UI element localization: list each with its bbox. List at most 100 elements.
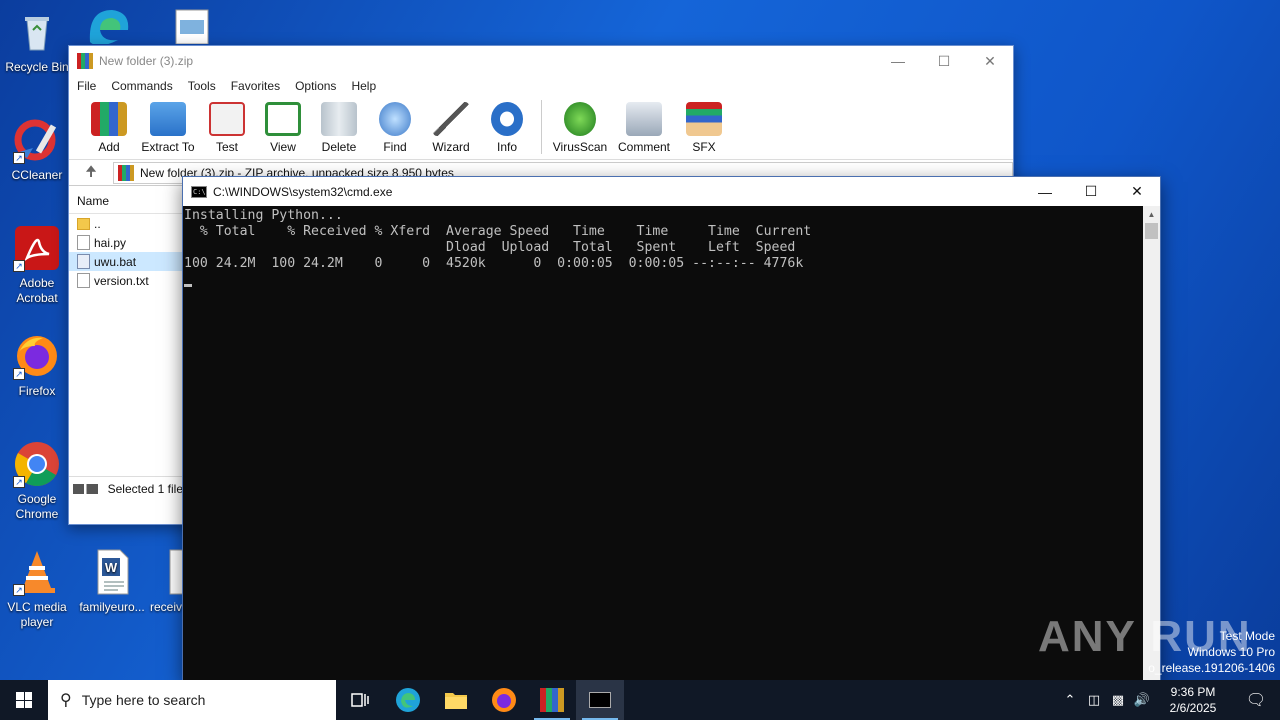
- toolbar-test-button[interactable]: Test: [199, 96, 255, 154]
- desktop-icon-firefox[interactable]: ↗ Firefox: [1, 332, 73, 399]
- toolbar-label: View: [270, 140, 296, 154]
- menu-file[interactable]: File: [77, 79, 96, 93]
- desktop-icon-top-image[interactable]: [158, 8, 218, 48]
- desktop-icon-top-edge[interactable]: [78, 4, 138, 48]
- up-arrow-icon[interactable]: 🠉: [69, 161, 113, 185]
- winrar-statusbar: Selected 1 file: [69, 476, 183, 500]
- cmd-window[interactable]: C:\ C:\WINDOWS\system32\cmd.exe — ☐ ✕ In…: [182, 176, 1161, 681]
- desktop-icon-label: CCleaner: [11, 168, 63, 182]
- clock-time: 9:36 PM: [1170, 685, 1216, 699]
- start-button[interactable]: [0, 680, 48, 720]
- console-line: % Total % Received % Xferd Average Speed…: [184, 224, 812, 239]
- scrollbar-thumb[interactable]: [1145, 223, 1158, 239]
- taskbar-search-box[interactable]: ⚲ Type here to search: [48, 680, 336, 720]
- toolbar-info-button[interactable]: Info: [479, 96, 535, 154]
- toolbar-extract-to-button[interactable]: Extract To: [137, 96, 199, 154]
- minimize-button[interactable]: —: [1022, 177, 1068, 207]
- watermark-line: Test Mode: [1219, 629, 1275, 643]
- taskbar-cmd[interactable]: [576, 680, 624, 720]
- firefox-icon: ↗: [13, 332, 61, 380]
- desktop-icon-word-document[interactable]: W familyeuro...: [76, 548, 148, 615]
- console-line: Installing Python...: [184, 208, 343, 223]
- winrar-titlebar[interactable]: New folder (3).zip — ☐ ✕: [69, 46, 1013, 76]
- menu-tools[interactable]: Tools: [188, 79, 216, 93]
- toolbar-label: Extract To: [141, 140, 195, 154]
- system-tray: ⌃ ◫ ▩ 🔊 9:36 PM 2/6/2025 🗨: [1058, 680, 1280, 720]
- taskbar-winrar[interactable]: [528, 680, 576, 720]
- task-view-button[interactable]: [336, 680, 384, 720]
- menu-options[interactable]: Options: [295, 79, 336, 93]
- toolbar-label: Delete: [321, 140, 357, 154]
- toolbar-find-button[interactable]: Find: [367, 96, 423, 154]
- close-button[interactable]: ✕: [1114, 177, 1160, 207]
- drive-icon: [73, 483, 98, 494]
- notification-icon[interactable]: 🗨: [1232, 690, 1280, 710]
- acrobat-icon: ↗: [13, 224, 61, 272]
- menu-help[interactable]: Help: [351, 79, 376, 93]
- file-name: version.txt: [94, 273, 149, 288]
- vertical-scrollbar[interactable]: ▲: [1143, 206, 1160, 680]
- network-icon[interactable]: ▩: [1106, 692, 1130, 708]
- console-icon: [589, 692, 611, 708]
- desktop-icon-label: Recycle Bin: [5, 60, 69, 74]
- toolbar-label: Test: [215, 140, 238, 154]
- clock[interactable]: 9:36 PM 2/6/2025: [1154, 684, 1232, 716]
- taskbar-edge[interactable]: [384, 680, 432, 720]
- file-list: Name .. hai.py uwu.bat version.txt Selec…: [69, 188, 183, 500]
- desktop-icon-adobe-acrobat[interactable]: ↗ Adobe Acrobat: [1, 224, 73, 306]
- toolbar-virusscan-button[interactable]: VirusScan: [548, 96, 612, 154]
- volume-icon[interactable]: 🔊: [1130, 692, 1154, 708]
- toolbar-wizard-button[interactable]: Wizard: [423, 96, 479, 154]
- firefox-icon: [492, 688, 516, 712]
- console-line: 100 24.2M 100 24.2M 0 0 4520k 0 0:00:05 …: [184, 256, 804, 271]
- desktop-icon-label: Adobe Acrobat: [16, 276, 58, 305]
- winrar-app-icon: [77, 53, 93, 69]
- desktop-icon-ccleaner[interactable]: ↗ CCleaner: [1, 116, 73, 183]
- desktop-icon-label: VLC media player: [7, 600, 67, 629]
- file-name: hai.py: [94, 235, 127, 250]
- toolbar-add-button[interactable]: Add: [81, 96, 137, 154]
- magic-wand-icon: [433, 102, 469, 136]
- chevron-up-icon[interactable]: ⌃: [1058, 692, 1082, 708]
- text-file-icon: [77, 273, 90, 288]
- desktop-icon-vlc[interactable]: ↗ VLC media player: [1, 548, 73, 630]
- menu-favorites[interactable]: Favorites: [231, 79, 280, 93]
- desktop-icon-recycle-bin[interactable]: Recycle Bin: [1, 8, 73, 75]
- desktop-icon-receiv[interactable]: receiv: [146, 548, 186, 615]
- list-item[interactable]: uwu.bat: [69, 252, 182, 271]
- list-item[interactable]: ..: [69, 214, 182, 233]
- console-line: Dload Upload Total Spent Left Speed: [184, 240, 796, 255]
- winrar-toolbar: Add Extract To Test View Delete Find Wiz…: [69, 96, 1013, 160]
- svg-text:W: W: [105, 560, 118, 575]
- toolbar-label: Comment: [617, 140, 670, 154]
- toolbar-view-button[interactable]: View: [255, 96, 311, 154]
- list-item[interactable]: version.txt: [69, 271, 182, 290]
- taskbar: ⚲ Type here to search ⌃ ◫ ▩ 🔊 9:36 PM 2/…: [0, 680, 1280, 720]
- search-icon: ⚲: [60, 692, 72, 709]
- winrar-menubar: File Commands Tools Favorites Options He…: [69, 76, 1013, 96]
- taskbar-file-explorer[interactable]: [432, 680, 480, 720]
- toolbar-delete-button[interactable]: Delete: [311, 96, 367, 154]
- cmd-titlebar[interactable]: C:\ C:\WINDOWS\system32\cmd.exe — ☐ ✕: [183, 177, 1160, 206]
- toolbar-comment-button[interactable]: Comment: [612, 96, 676, 154]
- desktop-icon-label: receiv: [149, 600, 182, 614]
- desktop-icon-google-chrome[interactable]: ↗ Google Chrome: [1, 440, 73, 522]
- scroll-up-arrow-icon[interactable]: ▲: [1143, 206, 1160, 223]
- toolbar-sfx-button[interactable]: SFX: [676, 96, 732, 154]
- bug-scan-icon: [564, 102, 596, 136]
- console-output[interactable]: Installing Python... % Total % Received …: [183, 206, 1143, 680]
- test-clipboard-icon: [209, 102, 245, 136]
- column-header-name[interactable]: Name: [69, 188, 182, 214]
- maximize-button[interactable]: ☐: [921, 46, 967, 76]
- ccleaner-icon: ↗: [13, 116, 61, 164]
- minimize-button[interactable]: —: [875, 46, 921, 76]
- windows-logo-icon: [16, 692, 32, 708]
- word-document-icon: W: [88, 548, 136, 596]
- close-button[interactable]: ✕: [967, 46, 1013, 76]
- defender-icon[interactable]: ◫: [1082, 692, 1106, 708]
- list-item[interactable]: hai.py: [69, 233, 182, 252]
- taskbar-firefox[interactable]: [480, 680, 528, 720]
- maximize-button[interactable]: ☐: [1068, 177, 1114, 207]
- text-cursor: [184, 284, 192, 287]
- menu-commands[interactable]: Commands: [111, 79, 172, 93]
